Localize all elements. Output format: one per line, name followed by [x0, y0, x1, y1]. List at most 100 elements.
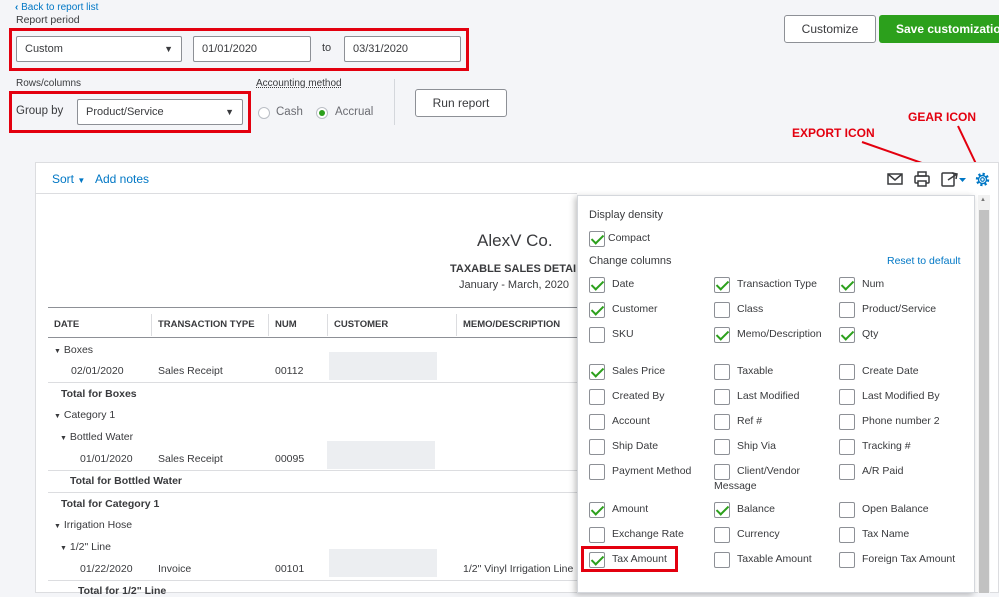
highlight-group-by [9, 91, 251, 133]
cash-radio[interactable] [258, 107, 270, 119]
group-label: 1/2" Line [69, 541, 111, 553]
row-rule [48, 470, 577, 471]
redacted-customer [329, 352, 437, 380]
customer-label: Customer [612, 303, 658, 315]
last-modified-label: Last Modified [737, 390, 800, 402]
row-rule [48, 580, 577, 581]
currency-label: Currency [737, 528, 780, 540]
redacted-customer [329, 549, 437, 577]
table-row-date[interactable]: 01/22/2020 [80, 563, 133, 575]
created-by-label: Created By [612, 390, 665, 402]
rows-columns-label: Rows/columns [16, 78, 82, 89]
caret-down-icon: ▼ [60, 545, 67, 552]
caret-down-icon: ▼ [77, 176, 86, 185]
ship-date-label: Ship Date [612, 440, 659, 452]
scrollbar-thumb[interactable] [979, 210, 989, 593]
caret-down-icon: ▼ [60, 435, 67, 442]
compact-checkbox[interactable] [589, 231, 605, 247]
table-row-date[interactable]: 02/01/2020 [71, 365, 124, 377]
class-label: Class [737, 303, 764, 315]
row-rule [48, 382, 577, 383]
group-row-half-inch-line[interactable]: ▼ 1/2" Line [60, 541, 111, 553]
group-label: Irrigation Hose [63, 519, 133, 531]
accounting-method-label: Accounting method [256, 78, 342, 89]
table-row-num[interactable]: 00101 [275, 563, 304, 575]
accrual-radio[interactable] [316, 107, 328, 119]
caret-down-icon: ▼ [54, 413, 61, 420]
report-period: January - March, 2020 [459, 279, 570, 291]
save-customization-button[interactable]: Save customization [879, 15, 999, 43]
group-label: Bottled Water [69, 431, 134, 443]
memo-description-label: Memo/Description [737, 328, 822, 340]
table-row-type[interactable]: Sales Receipt [158, 453, 223, 465]
date-label: Date [612, 278, 635, 290]
table-row-memo[interactable]: 1/2" Vinyl Irrigation Line [463, 563, 577, 575]
account-label: Account [612, 415, 650, 427]
sku-label: SKU [612, 328, 634, 340]
cash-label: Cash [276, 106, 303, 118]
export-icon[interactable] [941, 171, 967, 187]
sort-dropdown[interactable]: Sort ▼ [52, 172, 85, 186]
client-vendor-message-label: Client/Vendor Message [714, 465, 801, 492]
foreign-tax-amount-label: Foreign Tax Amount [862, 553, 956, 565]
tax-name-label: Tax Name [862, 528, 910, 540]
redacted-customer [327, 441, 435, 469]
display-density-label: Display density [589, 209, 663, 221]
gear-icon[interactable] [974, 171, 991, 188]
column-header-memo[interactable]: MEMO/DESCRIPTION [463, 319, 560, 330]
transaction-type-label: Transaction Type [737, 278, 817, 290]
scroll-up-icon[interactable]: ▲ [980, 197, 986, 203]
group-label: Category 1 [63, 409, 116, 421]
change-columns-label: Change columns [589, 255, 672, 267]
column-header-date[interactable]: DATE [54, 319, 79, 330]
tracking-label: Tracking # [862, 440, 911, 452]
table-row-num[interactable]: 00095 [275, 453, 304, 465]
table-row-type[interactable]: Invoice [158, 563, 191, 575]
payment-method-label: Payment Method [612, 465, 692, 477]
create-date-label: Create Date [862, 365, 919, 377]
ship-via-label: Ship Via [737, 440, 776, 452]
balance-label: Balance [737, 503, 775, 515]
back-link-label: Back to report list [21, 2, 99, 13]
col-sep [268, 314, 269, 336]
total-row-bottled-water: Total for Bottled Water [70, 475, 182, 487]
highlight-tax-amount [581, 546, 678, 572]
print-icon[interactable] [914, 171, 930, 187]
total-row-category-1: Total for Category 1 [61, 498, 160, 510]
table-row-type[interactable]: Sales Receipt [158, 365, 223, 377]
header-rule [48, 307, 577, 308]
last-modified-by-label: Last Modified By [862, 390, 940, 402]
toolbar-divider [36, 193, 577, 194]
column-header-transaction-type[interactable]: TRANSACTION TYPE [158, 319, 255, 330]
total-row-boxes: Total for Boxes [61, 388, 137, 400]
chevron-left-icon: ‹ [15, 2, 19, 13]
table-row-date[interactable]: 01/01/2020 [80, 453, 133, 465]
open-balance-label: Open Balance [862, 503, 929, 515]
row-rule [48, 492, 577, 493]
taxable-amount-label: Taxable Amount [737, 553, 812, 565]
column-header-num[interactable]: NUM [275, 319, 297, 330]
caret-down-icon: ▼ [54, 348, 61, 355]
product-service-label: Product/Service [862, 303, 937, 315]
phone-number-2-label: Phone number 2 [862, 415, 940, 427]
back-to-report-list-link[interactable]: ‹ Back to report list [15, 2, 98, 13]
email-icon[interactable] [887, 172, 903, 186]
ref-label: Ref # [737, 415, 763, 427]
taxable-label: Taxable [737, 365, 774, 377]
reset-to-default-link[interactable]: Reset to default [887, 255, 961, 267]
report-title: TAXABLE SALES DETAI [450, 263, 577, 275]
group-row-bottled-water[interactable]: ▼ Bottled Water [60, 431, 133, 443]
column-header-customer[interactable]: CUSTOMER [334, 319, 388, 330]
compact-label: Compact [608, 232, 651, 244]
add-notes-link[interactable]: Add notes [95, 172, 149, 186]
col-sep [151, 314, 152, 336]
run-report-button[interactable]: Run report [415, 89, 507, 117]
sales-price-label: Sales Price [612, 365, 666, 377]
table-row-num[interactable]: 00112 [275, 365, 303, 377]
qty-label: Qty [862, 328, 879, 340]
exchange-rate-label: Exchange Rate [612, 528, 684, 540]
group-row-category-1[interactable]: ▼ Category 1 [54, 409, 115, 421]
group-row-boxes[interactable]: ▼ Boxes [54, 344, 93, 356]
customize-button[interactable]: Customize [784, 15, 876, 43]
group-row-irrigation-hose[interactable]: ▼ Irrigation Hose [54, 519, 132, 531]
